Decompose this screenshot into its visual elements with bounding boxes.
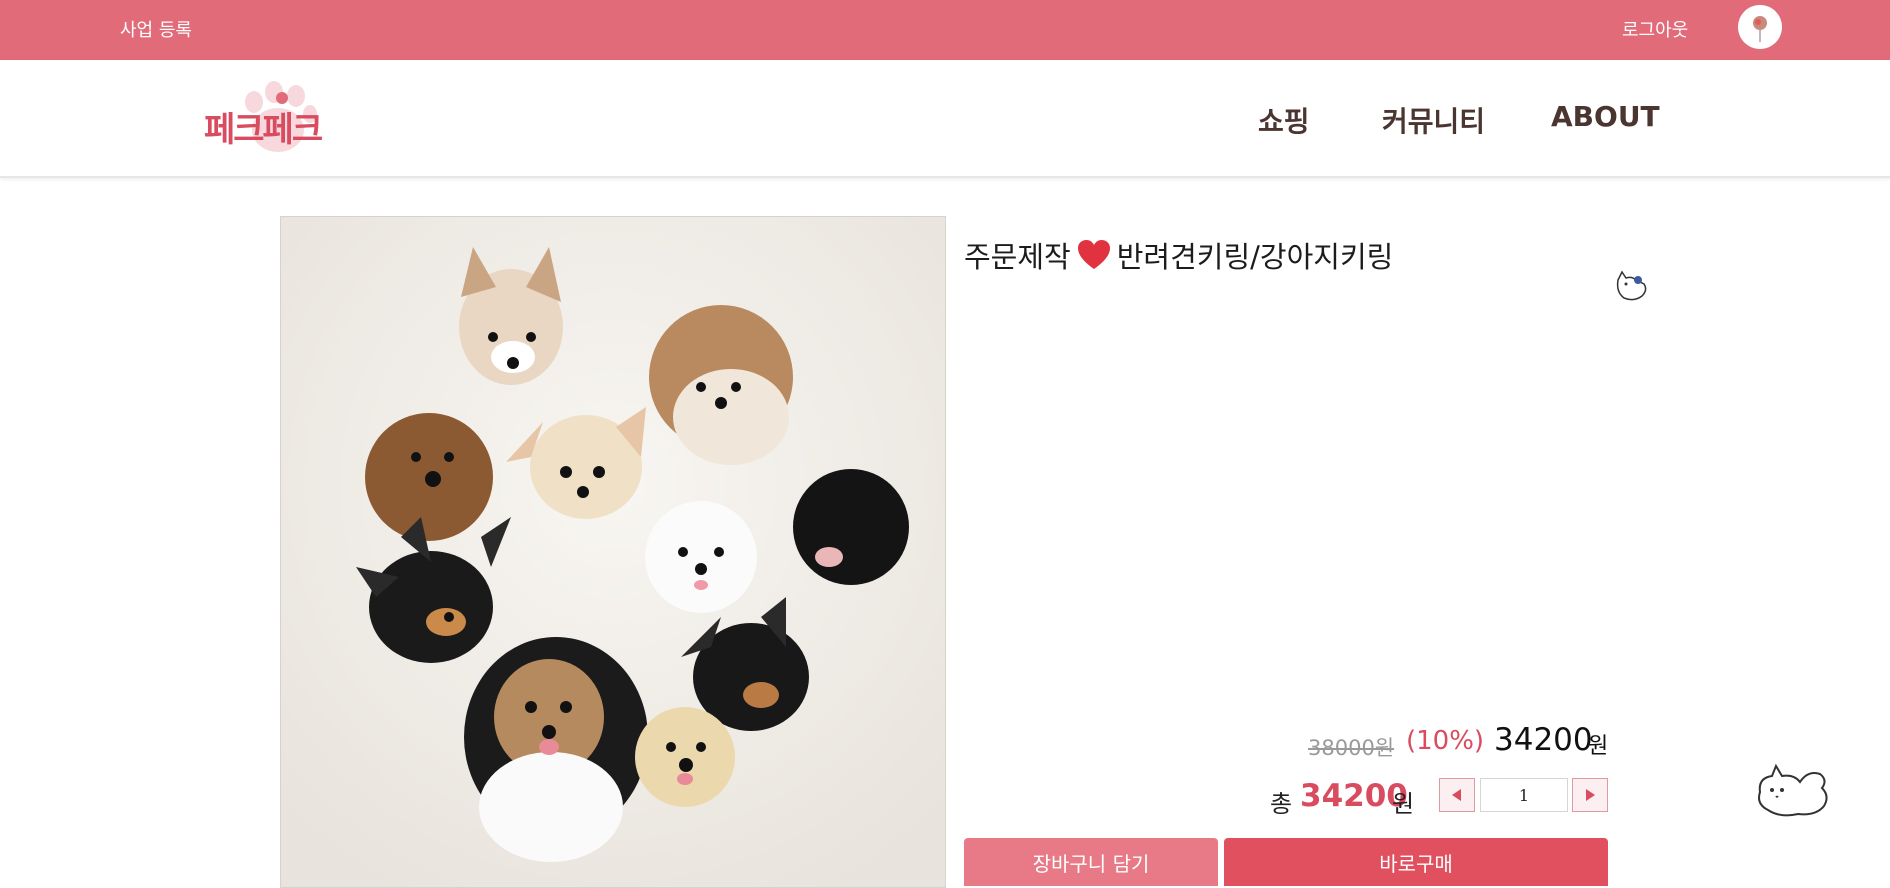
- avatar[interactable]: [1738, 5, 1782, 49]
- add-to-cart-button[interactable]: 장바구니 담기: [964, 838, 1218, 886]
- nav-community[interactable]: 커뮤니티: [1382, 100, 1485, 140]
- product-title-prefix: 주문제작: [964, 240, 1071, 274]
- triangle-right-icon: [1586, 789, 1595, 801]
- sale-price: 34200: [1494, 722, 1593, 758]
- heart-icon: [1077, 240, 1110, 269]
- sale-price-unit: 원: [1588, 734, 1609, 759]
- top-bar: 사업 등록 로그아웃: [0, 0, 1890, 60]
- product-title: 주문제작 반려견키링/강아지키링: [964, 234, 1393, 276]
- site-logo[interactable]: 페크페크: [200, 80, 340, 156]
- quantity-increase-button[interactable]: [1572, 778, 1608, 812]
- dog-keyrings-photo: [281, 217, 945, 887]
- avatar-image: [1738, 5, 1782, 49]
- total-unit: 원: [1392, 790, 1415, 818]
- business-register-link[interactable]: 사업 등록: [120, 16, 192, 42]
- quantity-input[interactable]: [1480, 778, 1568, 812]
- product-image: [280, 216, 946, 888]
- total-label: 총: [1270, 790, 1293, 818]
- discount-rate: (10%): [1406, 726, 1485, 756]
- cat-mascot-icon: [1758, 763, 1828, 817]
- logo-text: 페크페크: [204, 110, 323, 150]
- buy-now-button[interactable]: 바로구매: [1224, 838, 1608, 886]
- main-header: 페크페크 쇼핑 커뮤니티 ABOUT: [0, 60, 1890, 178]
- logout-link[interactable]: 로그아웃: [1622, 16, 1688, 42]
- nav-about[interactable]: ABOUT: [1551, 100, 1660, 133]
- cat-cursor-icon: [1616, 270, 1647, 301]
- product-title-suffix: 반려견키링/강아지키링: [1116, 240, 1394, 274]
- triangle-left-icon: [1452, 789, 1461, 801]
- quantity-decrease-button[interactable]: [1439, 778, 1475, 812]
- original-price: 38000원: [1308, 736, 1395, 760]
- nav-shopping[interactable]: 쇼핑: [1258, 100, 1310, 140]
